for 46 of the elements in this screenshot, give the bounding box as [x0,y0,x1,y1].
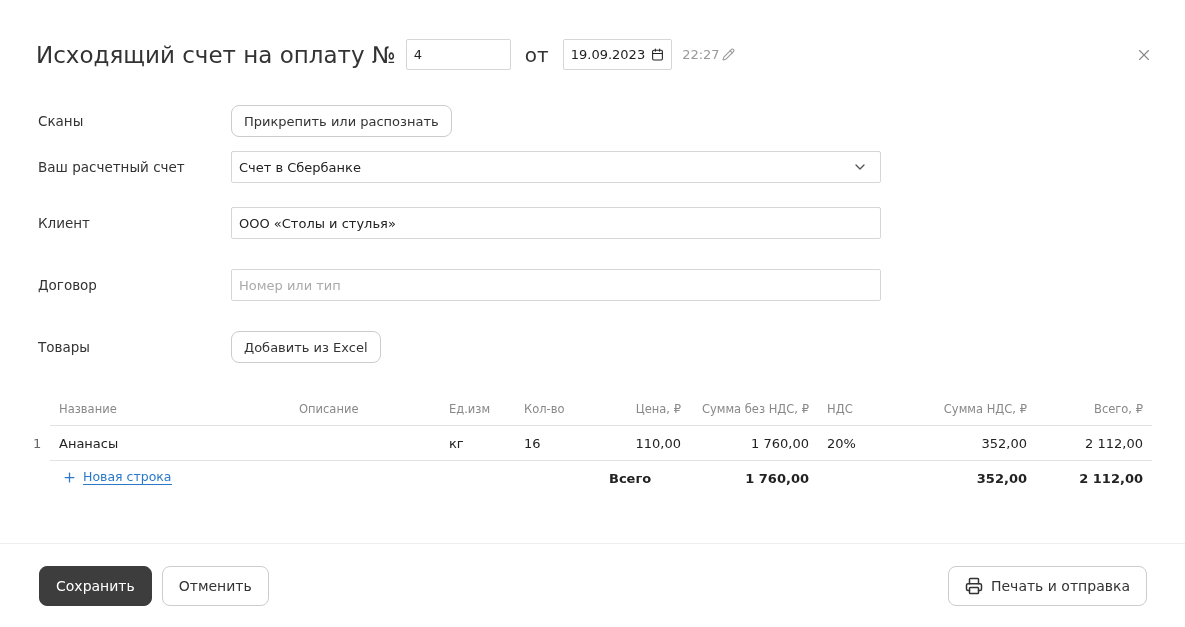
save-button[interactable]: Сохранить [39,565,152,606]
table-cell: 110,00 [600,426,690,461]
table-cell: 16 [515,426,600,461]
table-cell-text: 2 112,00 [1078,470,1144,488]
field-label: Клиент [38,215,91,231]
attach-button[interactable]: Добавить из Excel [231,331,381,363]
column-header: Описание [290,393,440,426]
column-header: Всего, ₽ [1036,393,1152,426]
from-label: от [524,42,549,67]
table-cell-text: 1 760,00 [744,470,810,488]
printer-icon [964,576,983,595]
dialog-title: Исходящий счет на оплату № [36,41,396,68]
field-label: Договор [38,277,98,293]
table-cell: 2 112,00 [1036,426,1152,461]
date-field[interactable]: 19.09.2023 [562,39,673,70]
field-label: Сканы [38,113,85,129]
row-number: 1 [32,435,43,453]
column-header: Сумма НДС, ₽ [900,393,1036,426]
select-value: Счет в Сбербанке [239,159,361,175]
calendar-icon [651,48,665,61]
table-cell: 1 760,00 [690,426,818,461]
table-cell-text: 352,00 [975,470,1028,488]
column-header: Кол-во [515,393,600,426]
cancel-button[interactable]: Отменить [161,565,269,606]
input-field[interactable]: ООО «Столы и стулья» [231,207,881,239]
plus-icon[interactable] [62,469,77,485]
field-label: Товары [38,339,91,355]
table-cell: Ананасы [50,426,290,461]
time-text: 22:27 [682,47,720,62]
attach-button[interactable]: Прикрепить или распознать [231,105,452,137]
table-cell: кг [440,426,515,461]
print-button[interactable]: Печать и отправка [947,565,1147,606]
column-header: Название [50,393,290,426]
account-select[interactable]: Счет в Сбербанке [231,151,881,183]
input-field[interactable]: Номер или тип [231,269,881,301]
table-cell: 20% [818,426,900,461]
column-header: Цена, ₽ [600,393,690,426]
table-cell: 352,00 [900,426,1036,461]
field-label: Ваш расчетный счет [38,159,186,175]
column-header: Сумма без НДС, ₽ [690,393,818,426]
total-label: Всего [608,470,653,488]
pencil-icon[interactable] [721,48,735,61]
column-header: Ед.изм [440,393,515,426]
new-row-link[interactable]: Новая строка [83,469,172,485]
number-field[interactable]: 4 [405,39,511,70]
column-header: НДС [818,393,900,426]
